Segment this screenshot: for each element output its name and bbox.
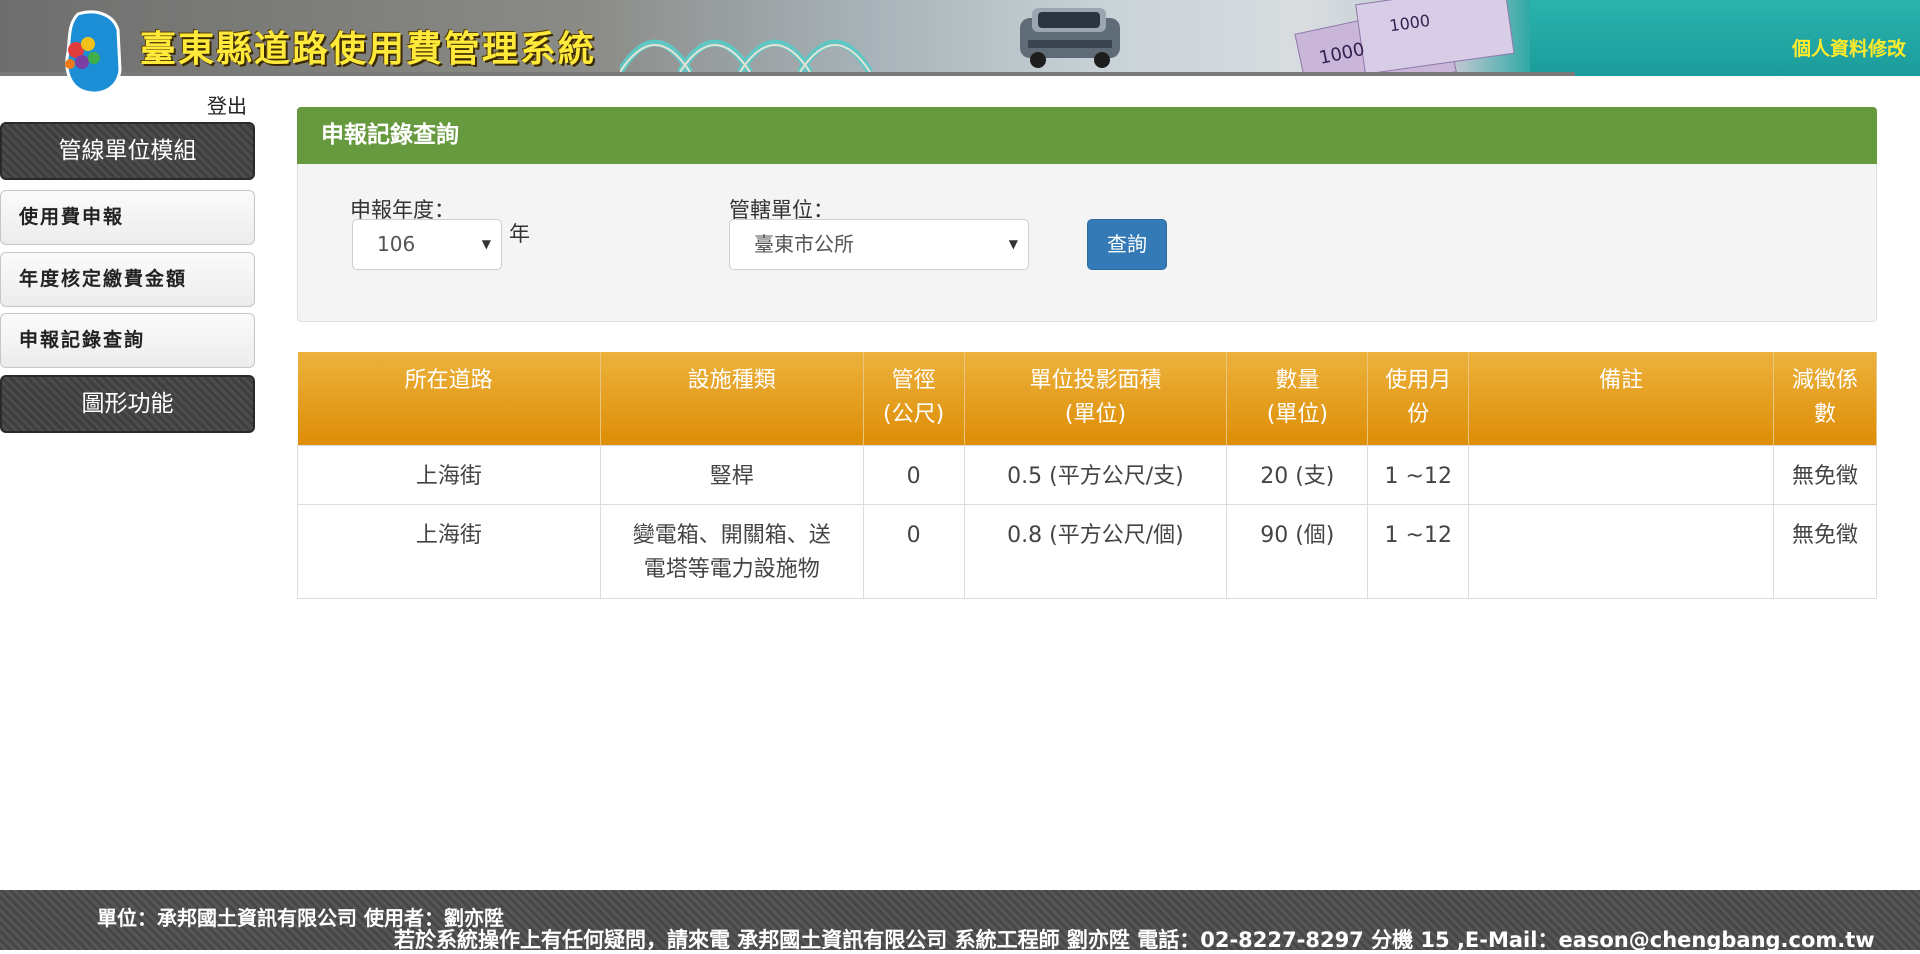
sidebar-item-fee-declaration[interactable]: 使用費申報: [0, 190, 255, 245]
cell-note: [1468, 444, 1775, 505]
table-row: 上海街 變電箱、開關箱、送 電塔等電力設施物 0 0.8 (平方公尺/個) 90 …: [297, 503, 1877, 599]
cell-months: 1 ~12: [1367, 444, 1470, 505]
sidebar-item-declaration-records[interactable]: 申報記錄查詢: [0, 313, 255, 368]
year-select-value: 106: [377, 232, 416, 256]
cell-months: 1 ~12: [1367, 503, 1470, 599]
unit-select[interactable]: 臺東市公所 ▼: [729, 219, 1029, 270]
footer: 單位：承邦國土資訊有限公司 使用者：劉亦陞 若於系統操作上有任何疑問，請來電 承…: [0, 890, 1920, 952]
cell-road: 上海街: [297, 444, 601, 505]
records-table: 所在道路 設施種類 管徑 (公尺) 單位投影面積 (單位) 數量 (單位) 使用月份 …: [297, 352, 1877, 599]
col-header-area: 單位投影面積 (單位): [964, 352, 1228, 445]
cell-reduction: 無免徵: [1773, 444, 1877, 505]
col-header-road: 所在道路: [297, 352, 601, 445]
sidebar-item-pipeline-module[interactable]: 管線單位模組: [0, 122, 255, 180]
cell-diameter: 0: [862, 503, 965, 599]
query-button[interactable]: 查詢: [1087, 219, 1167, 270]
app-title: 臺東縣道路使用費管理系統: [140, 29, 597, 70]
sidebar-item-annual-approved-amount[interactable]: 年度核定繳費金額: [0, 252, 255, 307]
cell-diameter: 0: [862, 444, 965, 505]
profile-edit-link[interactable]: 個人資料修改: [1792, 34, 1906, 61]
year-select[interactable]: 106 ▼: [352, 219, 502, 270]
sidebar-item-graphics[interactable]: 圖形功能: [0, 375, 255, 433]
table-row: 上海街 豎桿 0 0.5 (平方公尺/支) 20 (支) 1 ~12 無免徵: [297, 444, 1877, 505]
cell-road: 上海街: [297, 503, 601, 599]
chevron-down-icon: ▼: [481, 237, 491, 251]
col-header-quantity: 數量 (單位): [1226, 352, 1369, 445]
cell-quantity: 90 (個): [1226, 503, 1369, 599]
col-header-months: 使用月份: [1367, 352, 1470, 445]
cell-note: [1468, 503, 1775, 599]
cell-facility: 豎桿: [599, 444, 864, 505]
col-header-reduction: 減徵係數: [1773, 352, 1877, 445]
col-header-facility: 設施種類: [600, 352, 864, 445]
cell-reduction: 無免徵: [1773, 503, 1877, 599]
cell-facility: 變電箱、開關箱、送 電塔等電力設施物: [599, 503, 864, 599]
banknotes-graphic: 1000 1000: [1294, 0, 1515, 76]
cell-area: 0.8 (平方公尺/個): [963, 503, 1228, 599]
header-divider: [0, 72, 1575, 76]
chevron-down-icon: ▼: [1008, 237, 1018, 251]
table-header-row: 所在道路 設施種類 管徑 (公尺) 單位投影面積 (單位) 數量 (單位) 使用月份 …: [297, 352, 1877, 445]
cell-area: 0.5 (平方公尺/支): [963, 444, 1228, 505]
county-logo: [58, 10, 136, 96]
panel-title: 申報記錄查詢: [297, 107, 1877, 164]
logout-link[interactable]: 登出: [207, 90, 247, 119]
year-suffix: 年: [509, 222, 530, 246]
col-header-diameter: 管徑 (公尺): [863, 352, 965, 445]
cell-quantity: 20 (支): [1226, 444, 1369, 505]
car-graphic: [1020, 8, 1120, 68]
unit-select-value: 臺東市公所: [754, 232, 854, 256]
bridge-arches-graphic: [620, 39, 873, 72]
col-header-note: 備註: [1468, 352, 1775, 445]
